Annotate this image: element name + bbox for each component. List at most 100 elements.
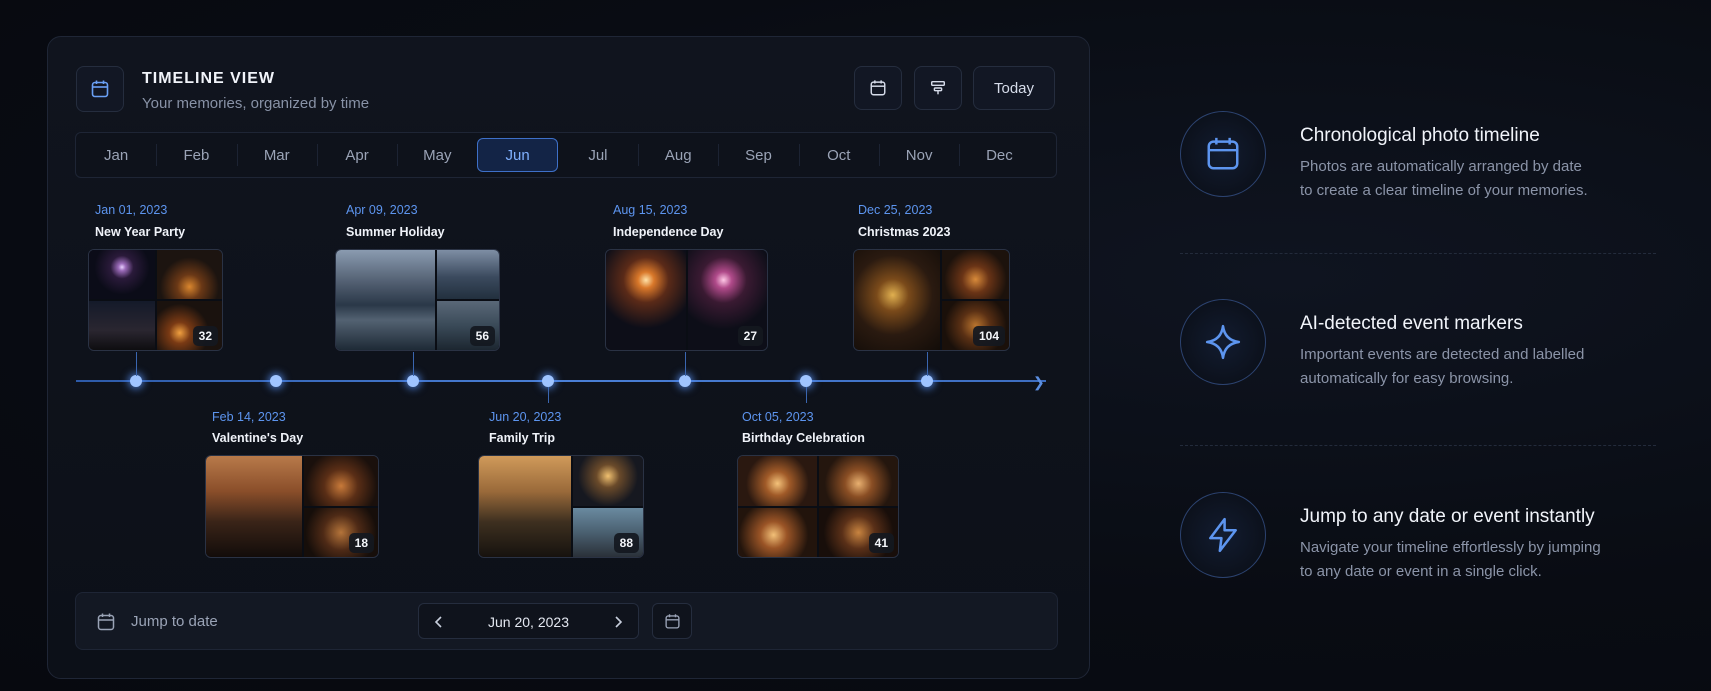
calendar-icon [76,66,124,112]
photo-lake: 56 [437,301,499,350]
photo-dinner: 18 [304,507,378,557]
sparkle-icon [1180,299,1266,385]
event-connector [548,387,549,403]
photo-party: 41 [819,507,898,557]
tab-month-apr[interactable]: Apr [316,138,397,172]
timeline-dot[interactable] [270,375,282,387]
event-date: Dec 25, 2023 [858,203,933,217]
photo-mountain-lake [336,250,436,350]
tab-month-aug[interactable]: Aug [638,138,718,172]
photo-count-badge: 27 [737,326,763,346]
photo-family: 104 [942,301,1009,350]
event-date: Feb 14, 2023 [212,410,286,424]
photo-fireworks [89,250,155,299]
timeline-dot[interactable] [542,375,554,387]
photo-count-badge: 18 [348,533,374,553]
event-connector [685,352,686,376]
event-connector [806,387,807,403]
photo-count-badge: 56 [469,326,495,346]
calendar-view-button[interactable] [854,66,902,110]
timeline-dot[interactable] [921,375,933,387]
photo-fireworks [606,250,686,350]
timeline-dot[interactable] [407,375,419,387]
axis-arrow-icon: ❯ [1033,374,1045,390]
tab-month-may[interactable]: May [397,138,477,172]
divider [1180,253,1656,254]
photo-christmas-tree [854,250,941,350]
feature-description: Photos are automatically arranged by dat… [1300,155,1630,203]
today-button[interactable]: Today [973,66,1055,110]
photo-people [156,250,222,299]
month-selector: Jan Feb Mar Apr May Jun Jul Aug Sep Oct Nov Dec [75,132,1057,178]
event-card[interactable]: 18 [205,455,379,558]
tab-month-jul[interactable]: Jul [558,138,638,172]
photo-fireworks [572,456,643,506]
tab-month-mar[interactable]: Mar [236,138,317,172]
timeline-dot[interactable] [679,375,691,387]
event-card[interactable]: 27 [605,249,768,351]
page-subtitle: Your memories, organized by time [142,95,370,112]
date-navigator: Jun 20, 2023 [418,603,639,639]
timeline-panel: TIMELINE VIEW Your memories, organized b… [47,36,1090,679]
photo-dinner [942,250,1009,299]
photo-birthday-cake [819,456,898,506]
tab-month-nov[interactable]: Nov [878,138,959,172]
photo-count-badge: 41 [868,533,894,553]
feature-title: Jump to any date or event instantly [1300,506,1595,527]
feature-description: Navigate your timeline effortlessly by j… [1300,536,1630,584]
calendar-icon [870,80,886,96]
event-name: New Year Party [95,225,186,239]
calendar-icon [1180,111,1266,197]
photo-family-beach [479,456,571,557]
filter-button[interactable] [914,66,962,110]
event-name: Summer Holiday [346,225,445,239]
event-date: Apr 09, 2023 [346,203,418,217]
tab-month-sep[interactable]: Sep [718,138,798,172]
tab-month-jun[interactable]: Jun [477,138,558,172]
event-card[interactable]: 41 [737,455,899,558]
filter-icon [930,80,946,95]
photo-count-badge: 104 [972,326,1005,346]
tab-month-jan[interactable]: Jan [76,138,156,172]
tab-month-oct[interactable]: Oct [798,138,879,172]
jump-to-date-bar: Jump to date Jun 20, 2023 [75,592,1058,650]
feature-description-line: automatically for easy browsing. [1300,370,1514,387]
jump-to-date-label: Jump to date [131,613,218,630]
event-name: Family Trip [489,431,555,445]
feature-description-line: Navigate your timeline effortlessly by j… [1300,539,1601,556]
feature-description-line: to create a clear timeline of your memor… [1300,182,1588,199]
photo-birthday-cake [738,456,817,506]
lightning-icon [1180,492,1266,578]
photo-count-badge: 32 [192,326,218,346]
event-connector [927,352,928,376]
event-card[interactable]: 56 [335,249,500,351]
timeline-dot[interactable] [130,375,142,387]
event-card[interactable]: 104 [853,249,1010,351]
event-name: Christmas 2023 [858,225,951,239]
event-name: Valentine's Day [212,431,304,445]
tab-month-dec[interactable]: Dec [959,138,1039,172]
feature-title: AI-detected event markers [1300,313,1523,334]
photo-count-badge: 88 [613,533,639,553]
timeline-dot[interactable] [800,375,812,387]
tab-month-feb[interactable]: Feb [156,138,236,172]
event-date: Aug 15, 2023 [613,203,688,217]
date-picker-button[interactable] [652,603,692,639]
photo-mountains [437,250,499,299]
chevron-right-icon [615,616,623,628]
feature-description-line: to any date or event in a single click. [1300,563,1542,580]
photo-family: 88 [572,507,643,557]
photo-birthday-cake [738,507,817,557]
event-connector [413,352,414,376]
feature-description-line: Important events are detected and labell… [1300,346,1585,363]
event-connector [136,352,137,376]
next-date-button[interactable] [606,610,630,634]
event-card[interactable]: 88 [478,455,644,558]
event-date: Jan 01, 2023 [95,203,168,217]
feature-description: Important events are detected and labell… [1300,343,1630,391]
event-card[interactable]: 32 [88,249,223,351]
event-name: Independence Day [613,225,724,239]
feature-description-line: Photos are automatically arranged by dat… [1300,158,1582,175]
calendar-icon [664,613,680,629]
photo-campfire: 32 [156,301,222,350]
